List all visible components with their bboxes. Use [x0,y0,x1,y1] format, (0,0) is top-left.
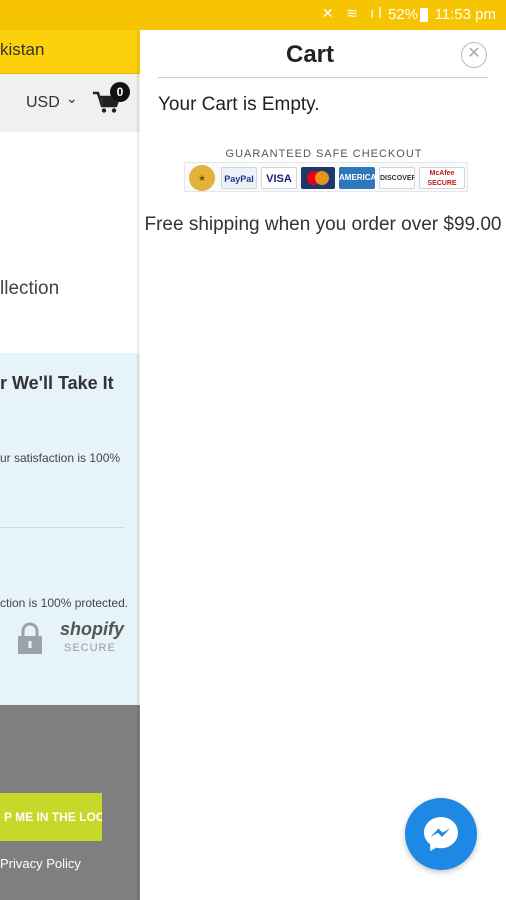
mcafee-secure-text: SECURE [427,180,457,187]
amex-logo: AMERICAN [339,167,375,189]
mcafee-name: McAfee [429,170,455,177]
payment-logos: ★ PayPal VISA AMERICAN DISCOVER McAfee S… [184,162,468,192]
status-icons: ✕ ≋ ıl [321,6,386,22]
store-header-text: kistan [0,40,45,59]
store-header: kistan [0,30,140,74]
guarantee-heading: r We'll Take It [0,373,114,393]
close-icon[interactable]: ✕ [461,42,487,68]
safe-checkout-badge: GUARANTEED SAFE CHECKOUT ★ PayPal VISA A… [180,148,468,194]
cart-title: Cart [285,41,334,68]
shopify-logo: shopify [60,619,125,639]
shopify-secure-label: SECURE [64,642,116,654]
newsletter-button[interactable]: P ME IN THE LOOP [0,793,102,841]
visa-logo: VISA [261,167,297,189]
cart-drawer: Cart ✕ Your Cart is Empty. GUARANTEED SA… [140,30,506,900]
protection-text: ction is 100% protected. [0,596,129,610]
satisfaction-text: ur satisfaction is 100% [0,451,121,465]
currency-selector[interactable]: USD [26,94,60,112]
free-shipping-message: Free shipping when you order over $99.00 [144,214,502,235]
privacy-policy-link[interactable]: Privacy Policy [0,856,81,871]
mcafee-secure-logo: McAfee SECURE [419,167,465,189]
battery-icon [420,8,428,22]
guarantee-seal-icon: ★ [189,165,215,191]
discover-logo: DISCOVER [379,167,415,189]
status-bar: ✕ ≋ ıl 52% 11:53 pm [0,0,506,30]
cart-title-divider [158,77,488,78]
cart-count-badge: 0 [110,82,130,102]
collection-link[interactable]: llection [0,278,59,300]
battery-percent: 52% [387,6,418,23]
mastercard-logo [301,167,335,189]
background-store-page: kistan USD ⌄ 0 llection r We'll Take It … [0,30,140,900]
chevron-down-icon[interactable]: ⌄ [66,90,78,107]
messenger-chat-button[interactable] [405,798,477,870]
empty-cart-message: Your Cart is Empty. [158,94,320,115]
store-footer: P ME IN THE LOOP Privacy Policy [0,705,140,900]
section-divider [0,527,124,528]
currency-bar: USD ⌄ 0 [0,74,140,132]
messenger-icon [424,817,458,851]
paypal-logo: PayPal [221,167,257,189]
safe-checkout-title: GUARANTEED SAFE CHECKOUT [225,148,423,160]
guarantee-section: r We'll Take It ur satisfaction is 100% … [0,353,140,705]
clock: 11:53 pm [434,6,496,23]
lock-icon [18,622,42,654]
